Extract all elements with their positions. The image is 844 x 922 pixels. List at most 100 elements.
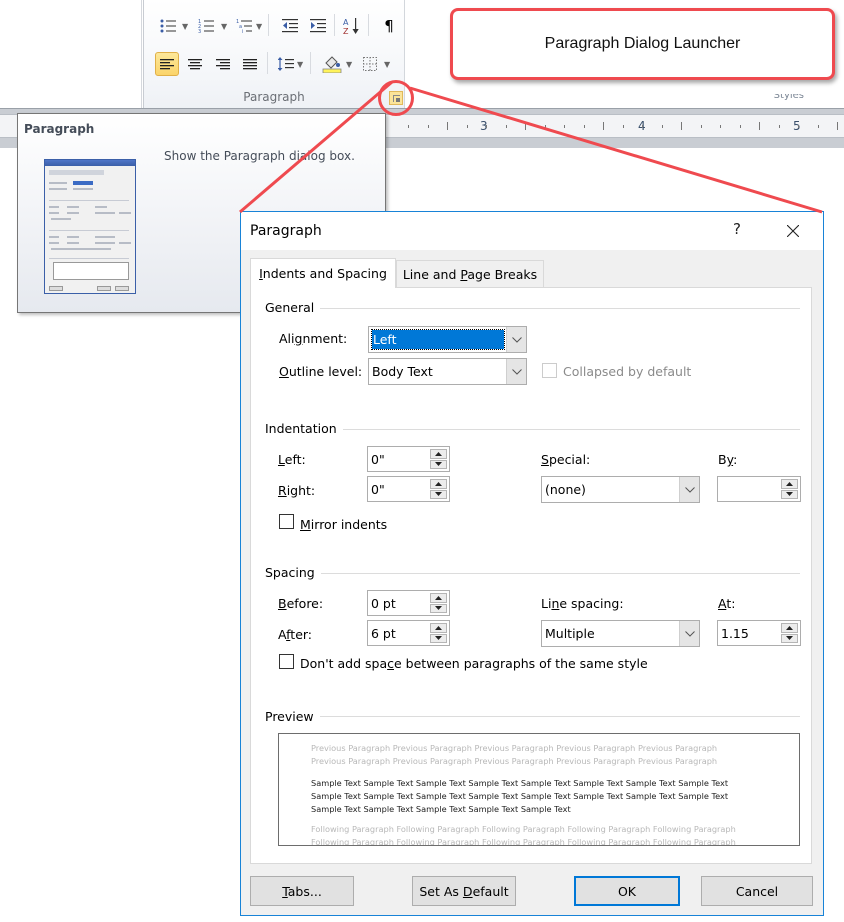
shading-dropdown[interactable]: ▼ — [346, 60, 352, 69]
indentation-heading: Indentation — [265, 421, 343, 436]
ruler-tick — [505, 125, 507, 128]
set-as-default-button[interactable]: Set As Default — [412, 876, 516, 906]
increase-indent-button[interactable] — [306, 14, 330, 38]
decrease-indent-icon — [282, 19, 298, 33]
ruler-tick — [778, 125, 780, 128]
ruler-tick — [603, 122, 604, 130]
chevron-down-icon[interactable] — [506, 327, 526, 352]
section-divider — [265, 308, 800, 309]
left-indent-label: Left: — [278, 452, 306, 467]
mirror-indents-label: Mirror indents — [300, 517, 388, 532]
section-divider — [265, 573, 800, 574]
tab-indents-and-spacing[interactable]: Indents and Spacing — [250, 258, 396, 288]
launcher-callout: Paragraph Dialog Launcher — [450, 8, 835, 80]
numbering-button[interactable]: 123 — [194, 14, 218, 38]
right-indent-spinner[interactable]: 0" — [367, 476, 450, 502]
spin-up-icon[interactable] — [430, 593, 447, 603]
svg-text:Z: Z — [343, 27, 349, 35]
ruler-tick — [427, 125, 429, 128]
ruler-tick — [622, 125, 624, 128]
help-button[interactable]: ? — [728, 220, 746, 240]
left-indent-spinner[interactable]: 0" — [367, 446, 450, 472]
tabs-button[interactable]: Tabs... — [250, 876, 354, 906]
ruler-tick — [681, 122, 682, 130]
after-spinner[interactable]: 6 pt — [367, 620, 450, 646]
ruler-tick — [408, 125, 409, 128]
close-button[interactable] — [781, 220, 805, 242]
callout-text: Paragraph Dialog Launcher — [544, 35, 741, 52]
special-select[interactable]: (none) — [541, 476, 700, 503]
spin-up-icon[interactable] — [430, 449, 447, 459]
spin-down-icon[interactable] — [781, 489, 798, 499]
shading-button[interactable] — [320, 52, 344, 76]
spin-up-icon[interactable] — [781, 479, 798, 489]
chevron-down-icon[interactable] — [506, 359, 526, 384]
chevron-down-icon[interactable] — [679, 621, 699, 646]
alignment-select[interactable]: Left — [368, 326, 527, 353]
chevron-down-icon[interactable] — [679, 477, 699, 502]
tooltip-title: Paragraph — [24, 122, 95, 136]
outline-level-select[interactable]: Body Text — [368, 358, 527, 385]
section-divider — [265, 429, 800, 430]
spin-down-icon[interactable] — [430, 633, 447, 643]
general-heading: General — [265, 300, 321, 315]
mirror-indents-checkbox[interactable] — [279, 514, 294, 529]
ok-button[interactable]: OK — [574, 876, 680, 906]
line-spacing-icon — [278, 57, 294, 71]
borders-button[interactable] — [358, 52, 382, 76]
dialog-titlebar: Paragraph ? — [241, 212, 823, 250]
center-button[interactable] — [183, 52, 207, 76]
tab-label: Indents and Spacing — [259, 266, 387, 281]
justify-button[interactable] — [238, 52, 262, 76]
before-spinner[interactable]: 0 pt — [367, 590, 450, 616]
at-spinner[interactable]: 1.15 — [717, 620, 801, 646]
spin-down-icon[interactable] — [430, 603, 447, 613]
svg-text:i: i — [242, 29, 243, 33]
align-center-icon — [188, 58, 202, 69]
decrease-indent-button[interactable] — [278, 14, 302, 38]
styles-group-label: Styles — [773, 94, 804, 100]
dont-add-space-checkbox[interactable] — [279, 654, 294, 669]
borders-icon — [363, 57, 377, 71]
ruler-tick — [525, 122, 526, 130]
collapsed-checkbox[interactable] — [542, 363, 557, 378]
line-spacing-button[interactable] — [274, 52, 298, 76]
multilevel-list-button[interactable]: 1ai — [232, 14, 256, 38]
justify-icon — [243, 58, 257, 69]
spin-down-icon[interactable] — [430, 459, 447, 469]
spin-down-icon[interactable] — [781, 633, 798, 643]
bullets-button[interactable] — [156, 14, 180, 38]
borders-dropdown[interactable]: ▼ — [384, 60, 390, 69]
paragraph-dialog: Paragraph ? Indents and Spacing Line and… — [240, 211, 824, 916]
ribbon-separator — [368, 14, 369, 36]
ribbon-separator — [267, 52, 268, 74]
bullets-dropdown[interactable]: ▼ — [182, 22, 188, 31]
dialog-title: Paragraph — [250, 223, 322, 239]
spin-down-icon[interactable] — [430, 489, 447, 499]
tab-line-and-page-breaks[interactable]: Line and Page Breaks — [396, 260, 544, 288]
line-spacing-dropdown[interactable]: ▼ — [297, 60, 303, 69]
sort-icon: AZ — [343, 18, 359, 35]
spin-up-icon[interactable] — [430, 479, 447, 489]
bullets-icon — [160, 19, 176, 33]
ribbon-separator — [268, 14, 269, 36]
align-right-button[interactable] — [211, 52, 235, 76]
numbering-dropdown[interactable]: ▼ — [221, 22, 227, 31]
by-spinner[interactable] — [717, 476, 801, 502]
align-left-button[interactable] — [155, 52, 179, 76]
at-label: At: — [718, 596, 736, 611]
preview-heading: Preview — [265, 709, 320, 724]
spin-up-icon[interactable] — [781, 623, 798, 633]
special-label: Special: — [541, 452, 591, 467]
line-spacing-select[interactable]: Multiple — [541, 620, 700, 647]
spin-up-icon[interactable] — [430, 623, 447, 633]
special-value: (none) — [545, 482, 586, 497]
ribbon-separator — [334, 14, 335, 36]
multilevel-dropdown[interactable]: ▼ — [256, 22, 262, 31]
ribbon-paragraph-group: ▼ 123 ▼ 1ai ▼ AZ ¶ ▼ ▼ ▼ Paragraph — [143, 0, 405, 110]
sort-button[interactable]: AZ — [340, 14, 364, 38]
show-marks-button[interactable]: ¶ — [377, 14, 401, 38]
ruler-tick — [739, 125, 741, 128]
by-label: By: — [718, 452, 738, 467]
cancel-button[interactable]: Cancel — [701, 876, 813, 906]
